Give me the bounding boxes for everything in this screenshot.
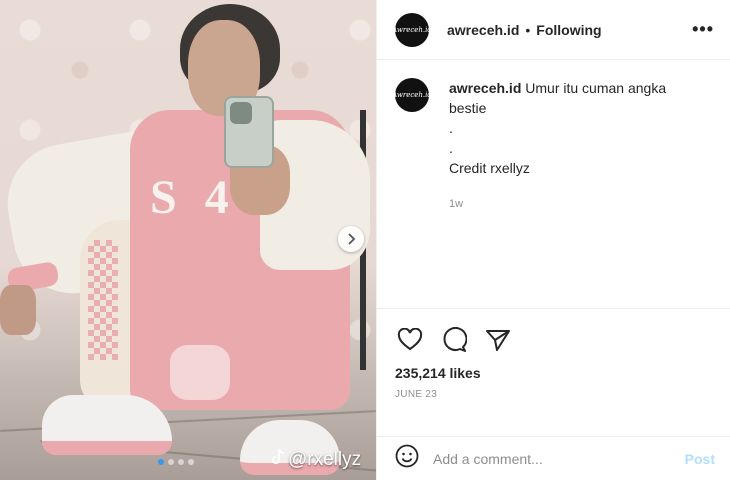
post-comment-button[interactable]: Post: [685, 451, 715, 467]
post-header: Awreceh.id awreceh.id • Following •••: [377, 0, 730, 60]
engagement-section: 235,214 likes JUNE 23: [377, 308, 730, 400]
tiktok-icon: [270, 448, 286, 472]
post-sidebar: Awreceh.id awreceh.id • Following ••• Aw…: [376, 0, 730, 480]
action-bar: [377, 309, 730, 361]
heart-icon[interactable]: [395, 325, 425, 355]
likes-count[interactable]: 235,214 likes: [377, 365, 730, 381]
caption: Awreceh.id awreceh.id Umur itu cuman ang…: [392, 78, 715, 214]
emoji-icon[interactable]: [395, 444, 419, 473]
watermark-handle: @rxellyz: [288, 449, 362, 470]
shoe: [42, 395, 172, 455]
video-watermark: @rxellyz: [270, 448, 361, 472]
caption-timestamp[interactable]: 1w: [449, 194, 699, 214]
avatar[interactable]: Awreceh.id: [392, 12, 432, 47]
caption-username[interactable]: awreceh.id: [449, 80, 521, 96]
following-button[interactable]: Following: [536, 22, 601, 38]
comment-input[interactable]: [433, 450, 663, 467]
more-options-icon[interactable]: •••: [692, 19, 714, 40]
carousel-indicator: [158, 459, 194, 465]
carousel-dot: [158, 459, 164, 465]
carousel-dot: [168, 459, 174, 465]
caption-line: .: [449, 140, 453, 156]
carousel-dot: [178, 459, 184, 465]
post-date: JUNE 23: [395, 389, 438, 400]
separator-dot: •: [525, 21, 531, 38]
header-username[interactable]: awreceh.id: [447, 22, 519, 38]
caption-line: Credit rxellyz: [449, 160, 530, 176]
next-arrow-icon[interactable]: [338, 226, 364, 252]
avatar[interactable]: Awreceh.id: [392, 78, 432, 112]
smartphone: [224, 96, 274, 168]
share-icon[interactable]: [483, 325, 513, 355]
caption-line: .: [449, 120, 453, 136]
post-photo[interactable]: S 4 @rxellyz: [0, 0, 376, 480]
jacket-lettering: S 4: [150, 171, 237, 224]
carousel-dot: [188, 459, 194, 465]
comment-icon[interactable]: [439, 325, 469, 355]
comment-bar: Post: [377, 436, 730, 480]
